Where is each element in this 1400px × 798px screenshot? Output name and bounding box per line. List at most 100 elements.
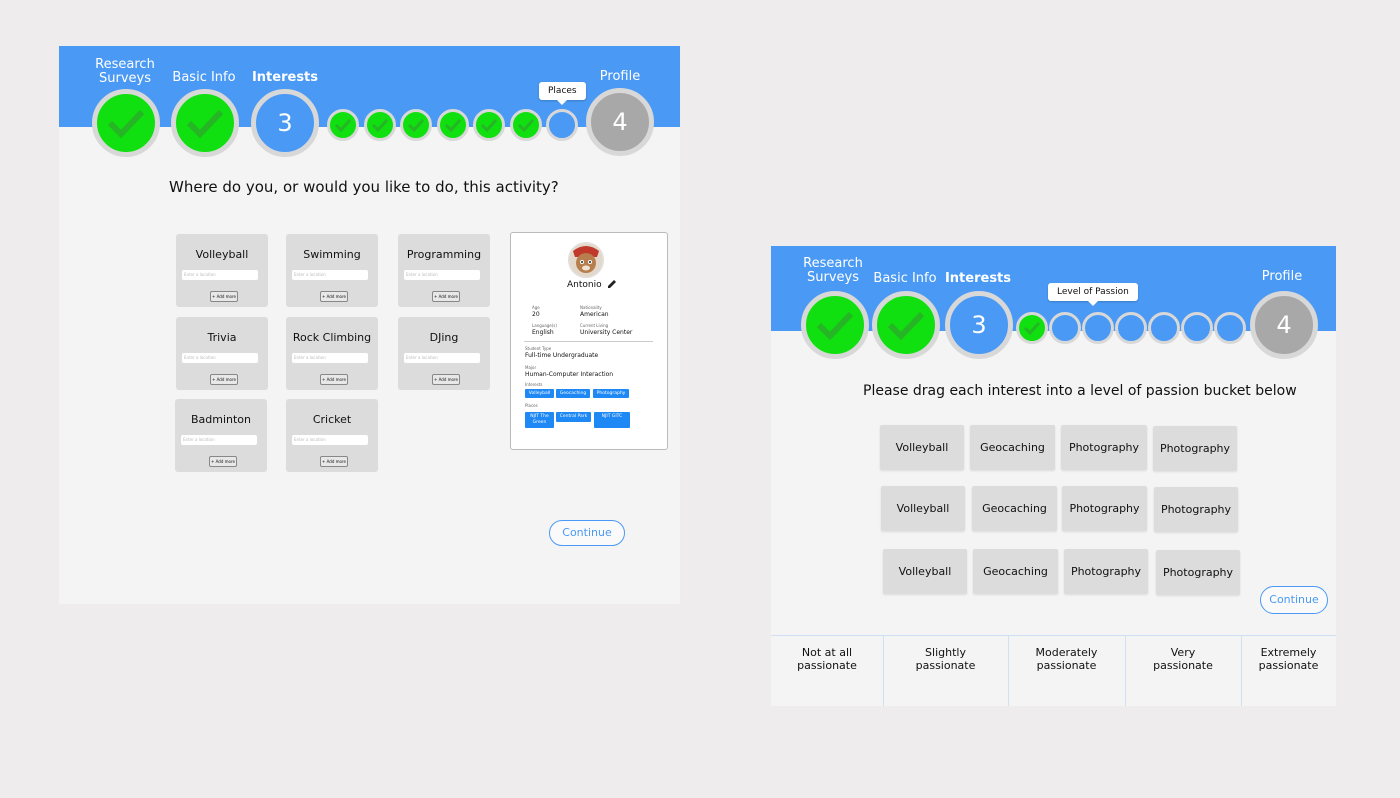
interest-chip: Volleyball — [525, 389, 554, 398]
step-label-profile: Profile — [1261, 269, 1303, 284]
continue-button[interactable]: Continue — [549, 520, 625, 546]
substep-pending[interactable] — [1115, 312, 1147, 344]
substep-pending[interactable] — [1049, 312, 1081, 344]
substep-done[interactable] — [473, 109, 505, 141]
step-basic-info[interactable] — [171, 89, 239, 157]
location-input[interactable]: Enter a location — [181, 435, 257, 445]
location-input[interactable]: Enter a location — [182, 270, 258, 280]
substep-pending[interactable] — [546, 109, 578, 141]
activity-card: DJing Enter a location + Add more — [398, 317, 490, 390]
checkmark-icon — [480, 118, 498, 132]
add-more-button[interactable]: + Add more — [209, 456, 237, 467]
passion-bucket[interactable]: Very passionate — [1125, 636, 1241, 706]
passion-buckets: Not at all passionate Slightly passionate… — [771, 635, 1336, 706]
substep-done[interactable] — [1016, 312, 1048, 344]
bucket-divider — [1241, 636, 1242, 706]
interest-draggable[interactable]: Geocaching — [972, 486, 1057, 531]
activity-card: Cricket Enter a location + Add more — [286, 399, 378, 472]
add-more-button[interactable]: + Add more — [320, 456, 348, 467]
passion-bucket[interactable]: Not at all passionate — [771, 636, 883, 706]
checkmark-icon — [1023, 321, 1041, 335]
interest-draggable[interactable]: Photography — [1153, 426, 1237, 471]
substep-pending[interactable] — [1082, 312, 1114, 344]
page-question: Where do you, or would you like to do, t… — [169, 178, 559, 196]
bucket-label: Not at all passionate — [797, 646, 857, 672]
step-research-surveys[interactable] — [92, 89, 160, 157]
living-label: Current Living — [580, 323, 609, 328]
nationality-value: American — [580, 311, 609, 318]
places-screen: Research Surveys Basic Info Interests Pr… — [59, 46, 680, 604]
interest-draggable[interactable]: Photography — [1061, 425, 1147, 470]
nationality-label: Nationality — [580, 305, 602, 310]
activity-name: Swimming — [303, 248, 361, 261]
pencil-edit-icon[interactable] — [606, 278, 618, 290]
bucket-label: Extremely passionate — [1258, 646, 1319, 672]
add-more-button[interactable]: + Add more — [210, 291, 238, 302]
step-profile[interactable]: 4 — [586, 88, 654, 156]
student-type-label: Student Type — [525, 346, 552, 351]
passion-bucket[interactable]: Slightly passionate — [883, 636, 1008, 706]
activity-card: Swimming Enter a location + Add more — [286, 234, 378, 307]
add-more-button[interactable]: + Add more — [320, 291, 348, 302]
place-chip: Central Park — [556, 412, 591, 422]
step-interests[interactable]: 3 — [945, 291, 1013, 359]
interest-draggable[interactable]: Photography — [1154, 487, 1238, 532]
interest-draggable[interactable]: Geocaching — [973, 549, 1058, 594]
interest-draggable[interactable]: Volleyball — [881, 486, 965, 531]
checkmark-icon — [107, 109, 145, 139]
avatar — [568, 242, 604, 278]
activity-name: Badminton — [190, 413, 252, 426]
place-chip: NJIT The Green — [525, 412, 554, 428]
page-instruction: Please drag each interest into a level o… — [863, 383, 1297, 399]
living-value: University Center — [580, 329, 633, 336]
place-chip: NJIT GITC — [594, 412, 630, 428]
continue-button[interactable]: Continue — [1260, 586, 1328, 614]
bucket-divider — [883, 636, 884, 706]
checkmark-icon — [371, 118, 388, 132]
languages-label: Language(s) — [532, 323, 557, 328]
bucket-label: Slightly passionate — [915, 646, 976, 672]
add-more-button[interactable]: + Add more — [210, 374, 238, 385]
substep-pending[interactable] — [1181, 312, 1213, 344]
activity-name: Programming — [406, 248, 482, 261]
step-interests[interactable]: 3 — [251, 89, 319, 157]
substep-done[interactable] — [436, 109, 469, 141]
add-more-button[interactable]: + Add more — [432, 291, 460, 302]
add-more-button[interactable]: + Add more — [432, 374, 460, 385]
substep-done[interactable] — [363, 109, 396, 141]
substep-done[interactable] — [509, 109, 542, 141]
checkmark-icon — [334, 118, 352, 132]
substep-done[interactable] — [327, 109, 359, 141]
location-input[interactable]: Enter a location — [292, 435, 368, 445]
location-input[interactable]: Enter a location — [292, 270, 368, 280]
substep-tooltip: Places — [539, 82, 586, 105]
major-value: Human-Computer Interaction — [525, 371, 614, 378]
passion-bucket[interactable]: Extremely passionate — [1241, 636, 1336, 706]
activity-card: Badminton Enter a location + Add more — [175, 399, 267, 472]
substep-pending[interactable] — [1148, 312, 1180, 344]
step-profile[interactable]: 4 — [1250, 291, 1318, 359]
step-basic-info[interactable] — [872, 291, 940, 359]
interest-draggable[interactable]: Geocaching — [970, 425, 1055, 470]
activity-name: Trivia — [207, 331, 237, 344]
activity-card: Programming Enter a location + Add more — [398, 234, 490, 307]
interest-draggable[interactable]: Volleyball — [883, 549, 967, 594]
add-more-button[interactable]: + Add more — [320, 374, 348, 385]
interest-draggable[interactable]: Photography — [1064, 549, 1148, 594]
checkmark-icon — [407, 118, 425, 132]
substep-done[interactable] — [400, 109, 432, 141]
step-label-interests: Interests — [251, 70, 319, 85]
activity-card: Volleyball Enter a location + Add more — [176, 234, 268, 307]
profile-card: Antonio Age 20 Nationality American Lang… — [510, 232, 668, 450]
step-research-surveys[interactable] — [801, 291, 869, 359]
interest-draggable[interactable]: Photography — [1156, 550, 1240, 595]
location-input[interactable]: Enter a location — [292, 353, 368, 363]
substep-pending[interactable] — [1214, 312, 1246, 344]
interest-draggable[interactable]: Photography — [1062, 486, 1147, 531]
divider — [524, 341, 653, 342]
location-input[interactable]: Enter a location — [404, 353, 480, 363]
interest-draggable[interactable]: Volleyball — [880, 425, 964, 470]
location-input[interactable]: Enter a location — [404, 270, 480, 280]
location-input[interactable]: Enter a location — [182, 353, 258, 363]
passion-bucket[interactable]: Moderately passionate — [1008, 636, 1125, 706]
